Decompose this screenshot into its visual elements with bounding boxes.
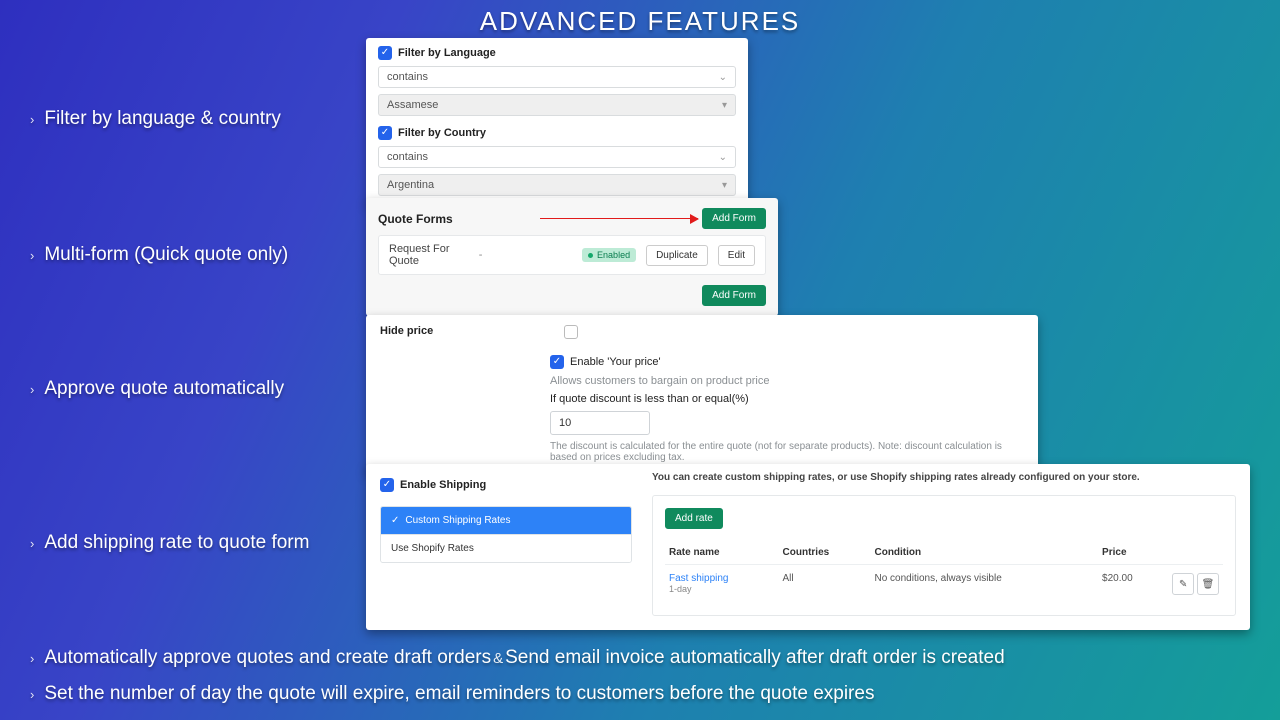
filter-card: ✓ Filter by Language contains⌄ Assamese▾… — [366, 38, 748, 204]
bullet-auto-approve: › Automatically approve quotes and creat… — [30, 647, 1005, 669]
add-form-button-bottom[interactable]: Add Form — [702, 285, 766, 306]
shipping-card: ✓ Enable Shipping ✓ Custom Shipping Rate… — [366, 464, 1250, 630]
duplicate-button[interactable]: Duplicate — [646, 245, 708, 266]
caret-down-icon: ⌄ — [719, 72, 727, 83]
enable-your-price-label: Enable 'Your price' — [570, 356, 661, 368]
checkbox-icon[interactable]: ✓ — [378, 126, 392, 140]
add-form-button[interactable]: Add Form — [702, 208, 766, 229]
col-condition: Condition — [870, 541, 1098, 565]
checkbox-icon[interactable]: ✓ — [550, 355, 564, 369]
chevron-icon: › — [30, 382, 34, 397]
quote-forms-card: Quote Forms Add Form Request For Quote -… — [366, 198, 778, 316]
rate-countries: All — [779, 565, 871, 604]
language-value-select[interactable]: Assamese▾ — [378, 94, 736, 116]
shipping-panel: Add rate Rate name Countries Condition P… — [652, 495, 1236, 616]
country-op-select[interactable]: contains⌄ — [378, 146, 736, 168]
language-op-select[interactable]: contains⌄ — [378, 66, 736, 88]
bullet-expire: › Set the number of day the quote will e… — [30, 683, 874, 705]
bullet-text: Filter by language & country — [44, 108, 281, 130]
quote-form-row: Request For Quote - Enabled Duplicate Ed… — [378, 235, 766, 275]
bullet-approve: › Approve quote automatically — [30, 378, 284, 400]
discount-threshold-label: If quote discount is less than or equal(… — [550, 393, 1024, 405]
bullet-shipping: › Add shipping rate to quote form — [30, 532, 309, 554]
delete-icon[interactable]: 🗑 — [1197, 573, 1219, 595]
edit-button[interactable]: Edit — [718, 245, 755, 266]
discount-threshold-input[interactable] — [550, 411, 650, 435]
country-value-select[interactable]: Argentina▾ — [378, 174, 736, 196]
bullet-multiform: › Multi-form (Quick quote only) — [30, 244, 288, 266]
filter-country-label: Filter by Country — [398, 127, 486, 139]
checkbox-icon[interactable]: ✓ — [378, 46, 392, 60]
page-title: ADVANCED FEATURES — [0, 6, 1280, 37]
quote-form-name: Request For Quote — [389, 243, 469, 267]
chevron-icon: › — [30, 687, 34, 702]
bullet-text: Automatically approve quotes and create … — [44, 647, 1004, 669]
chevron-icon: › — [30, 536, 34, 551]
rates-table: Rate name Countries Condition Price Fast… — [665, 541, 1223, 603]
caret-down-icon: ▾ — [722, 180, 727, 191]
bullet-filter: › Filter by language & country — [30, 108, 281, 130]
hide-price-card: Hide price ✓ Enable 'Your price' Allows … — [366, 315, 1038, 473]
quote-forms-heading: Quote Forms — [378, 212, 453, 226]
caret-down-icon: ▾ — [722, 100, 727, 111]
shipping-tabs: ✓ Custom Shipping Rates Use Shopify Rate… — [380, 506, 632, 563]
tab-custom-rates[interactable]: ✓ Custom Shipping Rates — [381, 507, 631, 534]
chevron-icon: › — [30, 112, 34, 127]
tab-shopify-rates[interactable]: Use Shopify Rates — [381, 534, 631, 562]
discount-note: The discount is calculated for the entir… — [550, 441, 1024, 463]
table-row: Fast shipping 1-day All No conditions, a… — [665, 565, 1223, 604]
hide-price-label: Hide price — [380, 325, 540, 339]
enable-shipping-row: ✓ Enable Shipping — [380, 478, 632, 492]
rate-condition: No conditions, always visible — [870, 565, 1098, 604]
enable-your-price-row: ✓ Enable 'Your price' — [550, 355, 1024, 369]
bullet-text: Approve quote automatically — [44, 378, 284, 400]
caret-down-icon: ⌄ — [719, 152, 727, 163]
enable-shipping-label: Enable Shipping — [400, 479, 486, 491]
bullet-text: Set the number of day the quote will exp… — [44, 683, 874, 705]
status-badge: Enabled — [582, 248, 636, 262]
shipping-desc: You can create custom shipping rates, or… — [652, 464, 1236, 495]
edit-icon[interactable]: ✎ — [1172, 573, 1194, 595]
add-rate-button[interactable]: Add rate — [665, 508, 723, 529]
col-price: Price — [1098, 541, 1163, 565]
filter-language-label: Filter by Language — [398, 47, 496, 59]
enable-your-price-desc: Allows customers to bargain on product p… — [550, 375, 1024, 387]
bullet-text: Add shipping rate to quote form — [44, 532, 309, 554]
rate-name[interactable]: Fast shipping — [669, 573, 775, 584]
chevron-icon: › — [30, 248, 34, 263]
chevron-icon: › — [30, 651, 34, 666]
filter-language-row: ✓ Filter by Language — [378, 46, 736, 60]
col-rate-name: Rate name — [665, 541, 779, 565]
rate-sub: 1-day — [669, 584, 775, 594]
rate-price: $20.00 — [1098, 565, 1163, 604]
filter-country-row: ✓ Filter by Country — [378, 126, 736, 140]
check-icon: ✓ — [391, 515, 399, 526]
bullet-text: Multi-form (Quick quote only) — [44, 244, 288, 266]
checkbox-icon[interactable]: ✓ — [380, 478, 394, 492]
col-countries: Countries — [779, 541, 871, 565]
arrow-icon — [540, 218, 698, 219]
hide-price-checkbox[interactable] — [564, 325, 578, 339]
